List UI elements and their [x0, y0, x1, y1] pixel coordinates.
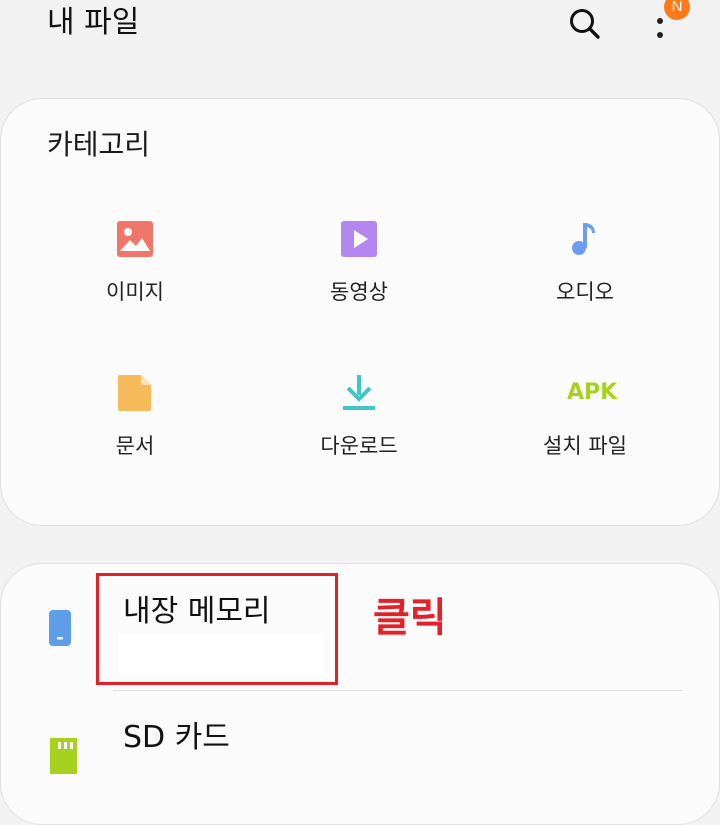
audio-icon	[572, 223, 595, 255]
click-annotation: 클릭	[373, 595, 447, 641]
category-label: 문서	[115, 434, 155, 458]
notification-badge: N	[664, 0, 690, 20]
apk-icon: APK	[567, 375, 618, 411]
category-label: 이미지	[106, 280, 164, 304]
sd-card-item[interactable]: SD 카드	[1, 692, 719, 792]
video-icon	[341, 221, 377, 257]
category-installation-files[interactable]: APK 설치 파일	[485, 375, 685, 495]
page-title: 내 파일	[47, 5, 140, 40]
category-title: 카테고리	[47, 128, 151, 161]
category-label: 다운로드	[320, 434, 398, 458]
search-icon	[570, 9, 600, 39]
category-downloads[interactable]: 다운로드	[259, 375, 459, 495]
highlight-box	[96, 573, 338, 685]
search-button[interactable]	[565, 4, 605, 44]
apk-icon-text: APK	[567, 380, 618, 405]
category-label: 동영상	[330, 280, 388, 304]
document-icon	[118, 375, 151, 411]
app-bar: 내 파일 N	[0, 0, 720, 56]
sd-card-icon	[50, 738, 77, 774]
category-label: 오디오	[556, 280, 614, 304]
category-card: 카테고리 이미지 동영상 오디오 문서 다운로드 APK 설치 파일	[0, 98, 720, 526]
category-videos[interactable]: 동영상	[259, 221, 459, 341]
download-icon	[343, 375, 375, 410]
category-documents[interactable]: 문서	[35, 375, 235, 495]
image-icon	[117, 221, 153, 257]
divider	[113, 690, 683, 691]
phone-storage-icon	[49, 610, 71, 646]
category-images[interactable]: 이미지	[35, 221, 235, 341]
category-label: 설치 파일	[543, 434, 627, 458]
category-audio[interactable]: 오디오	[485, 221, 685, 341]
sd-card-label: SD 카드	[123, 720, 230, 755]
